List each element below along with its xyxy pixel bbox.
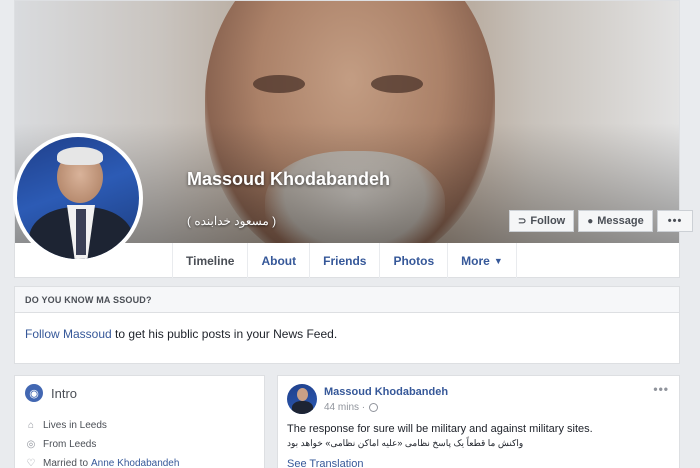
tab-about[interactable]: About xyxy=(247,243,309,279)
intro-card: ◉ Intro ⌂ Lives in Leeds ◎ From Leeds ♡ … xyxy=(14,375,265,468)
public-globe-icon xyxy=(369,403,379,412)
profile-actions: ⊃ Follow ● Message ••• xyxy=(509,210,694,232)
post-author[interactable]: Massoud Khodabandeh xyxy=(324,386,448,398)
see-translation-link[interactable]: See Translation xyxy=(287,458,363,468)
rss-icon: ⊃ xyxy=(518,215,527,227)
avatar[interactable] xyxy=(287,384,317,414)
profile-picture[interactable] xyxy=(13,133,143,263)
heart-icon: ♡ xyxy=(26,458,36,468)
know-card: DO YOU KNOW MA SSOUD? Follow Massoud to … xyxy=(14,286,680,364)
message-label: Message xyxy=(597,215,644,227)
follow-button[interactable]: ⊃ Follow xyxy=(509,210,575,232)
spouse-link[interactable]: Anne Khodabandeh xyxy=(91,458,179,468)
location-icon: ◎ xyxy=(26,439,36,450)
home-icon: ⌂ xyxy=(27,420,35,431)
intro-item-married: ♡ Married to Anne Khodabandeh xyxy=(26,458,180,468)
tab-more-label: More xyxy=(461,254,490,268)
messenger-icon: ● xyxy=(587,215,594,227)
cover-eyes xyxy=(243,69,433,99)
tab-timeline[interactable]: Timeline xyxy=(172,243,247,279)
intro-list: ⌂ Lives in Leeds ◎ From Leeds ♡ Married … xyxy=(25,416,180,468)
profile-alt-name: ( مسعود خدابنده ) xyxy=(187,214,277,228)
know-card-title: DO YOU KNOW MA SSOUD? xyxy=(15,287,679,313)
know-card-body: Follow Massoud to get his public posts i… xyxy=(15,313,679,355)
intro-item-from: ◎ From Leeds xyxy=(26,439,97,450)
tab-photos[interactable]: Photos xyxy=(379,243,447,279)
intro-header: ◉ Intro xyxy=(25,384,77,402)
message-button[interactable]: ● Message xyxy=(578,210,653,232)
know-card-text: to get his public posts in your News Fee… xyxy=(115,327,338,341)
chevron-down-icon: ▼ xyxy=(493,256,503,266)
intro-item-lives: ⌂ Lives in Leeds xyxy=(25,416,179,435)
tab-more[interactable]: More ▼ xyxy=(447,243,517,279)
post-menu-button[interactable]: ••• xyxy=(653,382,669,396)
follow-label: Follow xyxy=(530,215,566,227)
tab-friends[interactable]: Friends xyxy=(309,243,379,279)
post-text: The response for sure will be military a… xyxy=(287,423,593,435)
more-options-button[interactable]: ••• xyxy=(656,210,694,232)
post-text-farsi: واکنش ما قطعاً یک پاسخ نظامی «علیه اماکن… xyxy=(287,438,524,448)
post-meta: 44 mins · xyxy=(324,402,379,413)
post-card: Massoud Khodabandeh 44 mins · ••• The re… xyxy=(277,375,680,468)
follow-link[interactable]: Follow Massoud xyxy=(25,327,112,341)
post-time[interactable]: 44 mins · xyxy=(324,402,365,413)
intro-title: Intro xyxy=(51,385,78,401)
profile-name[interactable]: Massoud Khodabandeh xyxy=(187,169,390,190)
globe-icon: ◉ xyxy=(25,384,43,402)
profile-tabs: Timeline About Friends Photos More ▼ xyxy=(172,243,517,279)
